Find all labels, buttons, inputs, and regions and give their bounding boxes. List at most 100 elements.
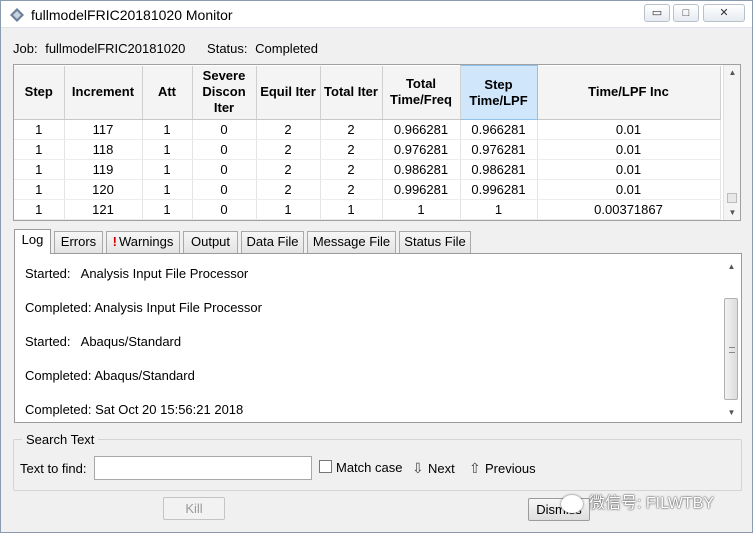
table-cell: 2 <box>320 159 383 180</box>
table-cell: 1 <box>142 139 193 160</box>
col-header-increment[interactable]: Increment <box>64 65 143 120</box>
col-header-total-time-freq[interactable]: Total Time/Freq <box>382 65 461 120</box>
kill-button[interactable]: Kill <box>163 497 225 520</box>
next-label: Next <box>428 461 455 476</box>
search-group-legend: Search Text <box>22 432 99 447</box>
table-cell: 117 <box>64 119 143 140</box>
table-cell: 0.986281 <box>460 159 538 180</box>
table-cell: 1 <box>142 119 193 140</box>
watermark: 微信号: FILWTBY <box>561 489 714 513</box>
table-cell: 1 <box>142 179 193 200</box>
table-cell: 0 <box>192 179 257 200</box>
status-value: Completed <box>255 41 318 56</box>
table-cell: 0.01 <box>537 139 721 160</box>
table-row[interactable]: 1 117 1 0 2 2 0.966281 0.966281 0.01 <box>14 119 721 140</box>
log-list: Started: Analysis Input File Processor C… <box>25 266 705 436</box>
table-cell: 1 <box>14 139 65 160</box>
job-name: fullmodelFRIC20181020 <box>45 41 186 56</box>
table-cell: 1 <box>14 179 65 200</box>
log-line: Completed: Abaqus/Standard <box>25 368 195 383</box>
tab-status-file[interactable]: Status File <box>399 231 471 253</box>
arrow-up-icon: ⇧ <box>469 460 481 476</box>
table-cell: 2 <box>320 119 383 140</box>
col-header-severe-discon-iter[interactable]: Severe Discon Iter <box>192 65 257 120</box>
table-cell: 0.976281 <box>382 139 461 160</box>
log-scroll-thumb[interactable] <box>724 298 738 400</box>
table-cell: 2 <box>320 139 383 160</box>
search-text-group: Search Text Text to find: Match case ⇩ Ne… <box>13 432 742 491</box>
log-scrollbar[interactable]: ▲ ▼ <box>723 260 740 420</box>
table-cell: 1 <box>256 199 321 220</box>
table-cell: 1 <box>142 159 193 180</box>
table-cell: 0.01 <box>537 159 721 180</box>
scroll-down-arrow-icon[interactable]: ▼ <box>724 205 740 220</box>
previous-button[interactable]: ⇧ Previous <box>469 460 536 477</box>
match-case-label[interactable]: Match case <box>336 460 402 475</box>
status-label: Status: <box>207 41 248 56</box>
job-label: Job: <box>13 41 38 56</box>
match-case-checkbox[interactable] <box>319 460 332 473</box>
table-cell: 0.01 <box>537 119 721 140</box>
close-button[interactable]: ✕ <box>703 4 745 22</box>
table-cell: 0.996281 <box>460 179 538 200</box>
log-panel: Started: Analysis Input File Processor C… <box>14 253 742 423</box>
table-cell: 1 <box>14 119 65 140</box>
col-header-step[interactable]: Step <box>14 65 65 120</box>
table-cell: 1 <box>14 199 65 220</box>
title-bar: fullmodelFRIC20181020 Monitor ▭ □ ✕ <box>1 1 752 28</box>
table-cell: 2 <box>320 179 383 200</box>
table-cell: 2 <box>256 159 321 180</box>
table-cell: 0.986281 <box>382 159 461 180</box>
log-line: Completed: Sat Oct 20 15:56:21 2018 <box>25 402 244 417</box>
scroll-up-arrow-icon[interactable]: ▲ <box>723 260 740 274</box>
table-cell: 1 <box>460 199 538 220</box>
col-header-equil-iter[interactable]: Equil Iter <box>256 65 321 120</box>
table-cell: 0.966281 <box>460 119 538 140</box>
table-cell: 2 <box>256 119 321 140</box>
minimize-button[interactable]: ▭ <box>644 4 670 22</box>
table-cell: 2 <box>256 179 321 200</box>
tab-data-file[interactable]: Data File <box>241 231 304 253</box>
find-label: Text to find: <box>20 461 87 476</box>
log-line: Completed: Analysis Input File Processor <box>25 300 262 315</box>
table-cell: 0 <box>192 139 257 160</box>
table-cell: 0 <box>192 159 257 180</box>
tab-warnings-label: Warnings <box>118 234 174 249</box>
scroll-down-arrow-icon[interactable]: ▼ <box>723 406 740 420</box>
col-header-step-time-lpf[interactable]: Step Time/LPF <box>459 65 538 120</box>
tab-errors[interactable]: Errors <box>54 231 103 253</box>
tab-message-file[interactable]: Message File <box>307 231 396 253</box>
table-scrollbar[interactable]: ▲ ▼ <box>723 65 740 220</box>
table-row[interactable]: 1 121 1 0 1 1 1 1 0.00371867 <box>14 199 721 220</box>
find-input[interactable] <box>94 456 312 480</box>
tab-log[interactable]: Log <box>14 229 51 254</box>
increment-table: Step Increment Att Severe Discon Iter Eq… <box>14 65 721 220</box>
table-cell: 0.966281 <box>382 119 461 140</box>
table-row[interactable]: 1 120 1 0 2 2 0.996281 0.996281 0.01 <box>14 179 721 200</box>
table-scroll-thumb[interactable] <box>727 193 737 203</box>
scroll-up-arrow-icon[interactable]: ▲ <box>724 65 740 80</box>
table-cell: 1 <box>382 199 461 220</box>
col-header-total-iter[interactable]: Total Iter <box>320 65 383 120</box>
table-row[interactable]: 1 118 1 0 2 2 0.976281 0.976281 0.01 <box>14 139 721 160</box>
log-line: Started: Abaqus/Standard <box>25 334 182 349</box>
table-cell: 0 <box>192 199 257 220</box>
tab-warnings[interactable]: ! Warnings <box>106 231 180 253</box>
tab-output[interactable]: Output <box>183 231 238 253</box>
table-cell: 1 <box>142 199 193 220</box>
next-button[interactable]: ⇩ Next <box>412 460 455 477</box>
table-row[interactable]: 1 119 1 0 2 2 0.986281 0.986281 0.01 <box>14 159 721 180</box>
monitor-window: fullmodelFRIC20181020 Monitor ▭ □ ✕ Job:… <box>0 0 753 533</box>
wechat-logo-icon <box>561 494 583 513</box>
window-title: fullmodelFRIC20181020 Monitor <box>31 7 233 23</box>
col-header-time-lpf-inc[interactable]: Time/LPF Inc <box>537 65 721 120</box>
table-cell: 118 <box>64 139 143 160</box>
table-cell: 0.01 <box>537 179 721 200</box>
table-cell: 2 <box>256 139 321 160</box>
previous-label: Previous <box>485 461 536 476</box>
table-cell: 0.00371867 <box>537 199 721 220</box>
maximize-button[interactable]: □ <box>673 4 699 22</box>
col-header-att[interactable]: Att <box>142 65 193 120</box>
table-cell: 121 <box>64 199 143 220</box>
table-cell: 119 <box>64 159 143 180</box>
